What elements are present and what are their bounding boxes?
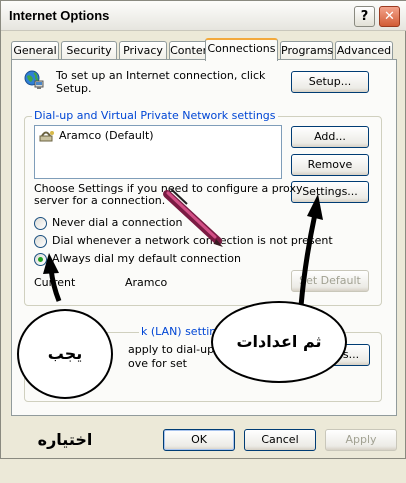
arrow-to-always-dial <box>43 253 62 302</box>
internet-options-dialog: Internet Options ? ✕ General Security Pr… <box>0 0 406 459</box>
right-callout-bubble: ثم اعدادات <box>211 301 347 383</box>
tab-connections[interactable]: Connections <box>205 38 278 61</box>
left-callout-bubble: يجب اختياره <box>17 309 113 449</box>
pen-icon <box>163 188 223 247</box>
arrow-to-settings <box>298 194 323 307</box>
